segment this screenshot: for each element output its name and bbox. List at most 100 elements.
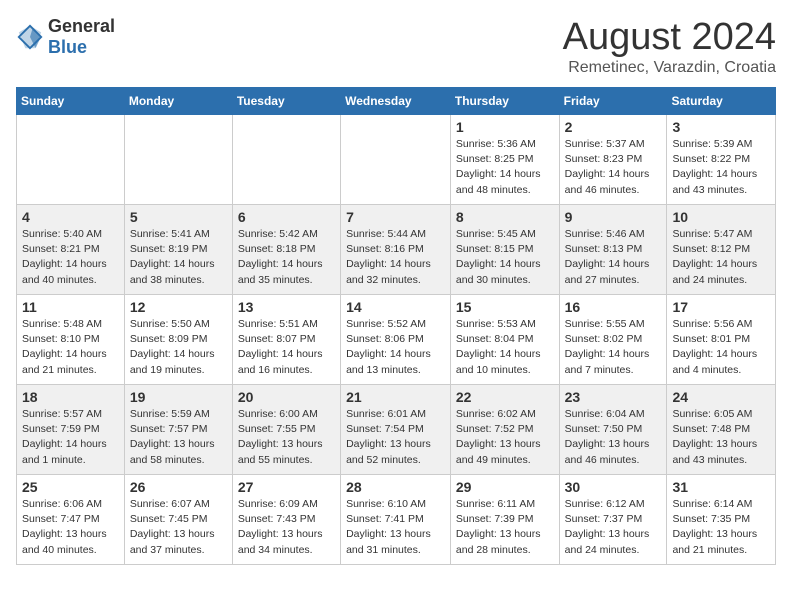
day-number: 7: [346, 209, 445, 225]
logo-blue: Blue: [48, 37, 87, 57]
calendar-cell: 29 Sunrise: 6:11 AM Sunset: 7:39 PM Dayli…: [450, 475, 559, 565]
day-number: 3: [672, 119, 770, 135]
day-number: 25: [22, 479, 119, 495]
day-number: 8: [456, 209, 554, 225]
day-number: 1: [456, 119, 554, 135]
calendar-cell: 10 Sunrise: 5:47 AM Sunset: 8:12 PM Dayli…: [667, 205, 776, 295]
calendar-cell: 2 Sunrise: 5:37 AM Sunset: 8:23 PM Daylig…: [559, 115, 667, 205]
logo: General Blue: [16, 16, 115, 58]
day-number: 12: [130, 299, 227, 315]
calendar-cell: 26 Sunrise: 6:07 AM Sunset: 7:45 PM Dayli…: [124, 475, 232, 565]
calendar-cell: 4 Sunrise: 5:40 AM Sunset: 8:21 PM Daylig…: [17, 205, 125, 295]
day-info: Sunrise: 5:41 AM Sunset: 8:19 PM Dayligh…: [130, 227, 227, 288]
day-info: Sunrise: 6:04 AM Sunset: 7:50 PM Dayligh…: [565, 407, 662, 468]
day-info: Sunrise: 5:51 AM Sunset: 8:07 PM Dayligh…: [238, 317, 335, 378]
calendar-cell: 15Sunrise: 5:53 AM Sunset: 8:04 PM Dayli…: [450, 295, 559, 385]
calendar-cell: [341, 115, 451, 205]
day-info: Sunrise: 6:05 AM Sunset: 7:48 PM Dayligh…: [672, 407, 770, 468]
calendar-cell: [17, 115, 125, 205]
weekday-header-thursday: Thursday: [450, 88, 559, 115]
week-row-1: 1Sunrise: 5:36 AM Sunset: 8:25 PM Daylig…: [17, 115, 776, 205]
calendar-cell: 3 Sunrise: 5:39 AM Sunset: 8:22 PM Daylig…: [667, 115, 776, 205]
day-number: 28: [346, 479, 445, 495]
calendar-cell: 16Sunrise: 5:55 AM Sunset: 8:02 PM Dayli…: [559, 295, 667, 385]
day-number: 6: [238, 209, 335, 225]
calendar-cell: 1Sunrise: 5:36 AM Sunset: 8:25 PM Daylig…: [450, 115, 559, 205]
day-info: Sunrise: 6:11 AM Sunset: 7:39 PM Dayligh…: [456, 497, 554, 558]
page-header: General Blue August 2024 Remetinec, Vara…: [16, 16, 776, 77]
day-number: 9: [565, 209, 662, 225]
week-row-4: 18Sunrise: 5:57 AM Sunset: 7:59 PM Dayli…: [17, 385, 776, 475]
calendar-cell: 28 Sunrise: 6:10 AM Sunset: 7:41 PM Dayli…: [341, 475, 451, 565]
day-info: Sunrise: 5:37 AM Sunset: 8:23 PM Dayligh…: [565, 137, 662, 198]
day-info: Sunrise: 5:56 AM Sunset: 8:01 PM Dayligh…: [672, 317, 770, 378]
day-number: 24: [672, 389, 770, 405]
week-row-5: 25 Sunrise: 6:06 AM Sunset: 7:47 PM Dayli…: [17, 475, 776, 565]
calendar-cell: 23 Sunrise: 6:04 AM Sunset: 7:50 PM Dayli…: [559, 385, 667, 475]
day-info: Sunrise: 6:10 AM Sunset: 7:41 PM Dayligh…: [346, 497, 445, 558]
calendar-cell: 9 Sunrise: 5:46 AM Sunset: 8:13 PM Daylig…: [559, 205, 667, 295]
month-title: August 2024: [563, 16, 776, 59]
day-number: 23: [565, 389, 662, 405]
day-number: 20: [238, 389, 335, 405]
day-info: Sunrise: 6:09 AM Sunset: 7:43 PM Dayligh…: [238, 497, 335, 558]
day-number: 16: [565, 299, 662, 315]
calendar-cell: 11Sunrise: 5:48 AM Sunset: 8:10 PM Dayli…: [17, 295, 125, 385]
day-number: 27: [238, 479, 335, 495]
day-number: 26: [130, 479, 227, 495]
day-number: 22: [456, 389, 554, 405]
logo-general: General: [48, 16, 115, 36]
day-number: 2: [565, 119, 662, 135]
calendar-cell: 5 Sunrise: 5:41 AM Sunset: 8:19 PM Daylig…: [124, 205, 232, 295]
location: Remetinec, Varazdin, Croatia: [563, 59, 776, 77]
day-info: Sunrise: 6:00 AM Sunset: 7:55 PM Dayligh…: [238, 407, 335, 468]
day-number: 29: [456, 479, 554, 495]
day-number: 14: [346, 299, 445, 315]
day-info: Sunrise: 6:12 AM Sunset: 7:37 PM Dayligh…: [565, 497, 662, 558]
day-number: 5: [130, 209, 227, 225]
day-number: 4: [22, 209, 119, 225]
day-number: 10: [672, 209, 770, 225]
day-number: 21: [346, 389, 445, 405]
calendar-cell: 27 Sunrise: 6:09 AM Sunset: 7:43 PM Dayli…: [232, 475, 340, 565]
day-info: Sunrise: 5:46 AM Sunset: 8:13 PM Dayligh…: [565, 227, 662, 288]
title-block: August 2024 Remetinec, Varazdin, Croatia: [563, 16, 776, 77]
week-row-2: 4 Sunrise: 5:40 AM Sunset: 8:21 PM Daylig…: [17, 205, 776, 295]
day-number: 15: [456, 299, 554, 315]
day-info: Sunrise: 5:39 AM Sunset: 8:22 PM Dayligh…: [672, 137, 770, 198]
week-row-3: 11Sunrise: 5:48 AM Sunset: 8:10 PM Dayli…: [17, 295, 776, 385]
calendar-cell: 31 Sunrise: 6:14 AM Sunset: 7:35 PM Dayli…: [667, 475, 776, 565]
day-info: Sunrise: 5:40 AM Sunset: 8:21 PM Dayligh…: [22, 227, 119, 288]
calendar-cell: 22 Sunrise: 6:02 AM Sunset: 7:52 PM Dayli…: [450, 385, 559, 475]
calendar-cell: 8 Sunrise: 5:45 AM Sunset: 8:15 PM Daylig…: [450, 205, 559, 295]
day-info: Sunrise: 5:50 AM Sunset: 8:09 PM Dayligh…: [130, 317, 227, 378]
day-info: Sunrise: 5:59 AM Sunset: 7:57 PM Dayligh…: [130, 407, 227, 468]
day-info: Sunrise: 6:14 AM Sunset: 7:35 PM Dayligh…: [672, 497, 770, 558]
day-info: Sunrise: 6:02 AM Sunset: 7:52 PM Dayligh…: [456, 407, 554, 468]
day-info: Sunrise: 5:44 AM Sunset: 8:16 PM Dayligh…: [346, 227, 445, 288]
calendar-cell: [124, 115, 232, 205]
calendar-table: SundayMondayTuesdayWednesdayThursdayFrid…: [16, 87, 776, 565]
calendar-cell: 20 Sunrise: 6:00 AM Sunset: 7:55 PM Dayli…: [232, 385, 340, 475]
calendar-cell: [232, 115, 340, 205]
day-number: 31: [672, 479, 770, 495]
day-info: Sunrise: 6:07 AM Sunset: 7:45 PM Dayligh…: [130, 497, 227, 558]
day-info: Sunrise: 5:42 AM Sunset: 8:18 PM Dayligh…: [238, 227, 335, 288]
calendar-cell: 12 Sunrise: 5:50 AM Sunset: 8:09 PM Dayli…: [124, 295, 232, 385]
day-number: 11: [22, 299, 119, 315]
calendar-cell: 13Sunrise: 5:51 AM Sunset: 8:07 PM Dayli…: [232, 295, 340, 385]
weekday-header-monday: Monday: [124, 88, 232, 115]
calendar-cell: 30Sunrise: 6:12 AM Sunset: 7:37 PM Dayli…: [559, 475, 667, 565]
day-number: 17: [672, 299, 770, 315]
calendar-cell: 19 Sunrise: 5:59 AM Sunset: 7:57 PM Dayli…: [124, 385, 232, 475]
day-info: Sunrise: 6:06 AM Sunset: 7:47 PM Dayligh…: [22, 497, 119, 558]
weekday-header-wednesday: Wednesday: [341, 88, 451, 115]
weekday-header-tuesday: Tuesday: [232, 88, 340, 115]
calendar-cell: 17 Sunrise: 5:56 AM Sunset: 8:01 PM Dayli…: [667, 295, 776, 385]
calendar-cell: 25 Sunrise: 6:06 AM Sunset: 7:47 PM Dayli…: [17, 475, 125, 565]
day-info: Sunrise: 6:01 AM Sunset: 7:54 PM Dayligh…: [346, 407, 445, 468]
day-number: 19: [130, 389, 227, 405]
day-info: Sunrise: 5:45 AM Sunset: 8:15 PM Dayligh…: [456, 227, 554, 288]
calendar-cell: 18Sunrise: 5:57 AM Sunset: 7:59 PM Dayli…: [17, 385, 125, 475]
day-info: Sunrise: 5:47 AM Sunset: 8:12 PM Dayligh…: [672, 227, 770, 288]
